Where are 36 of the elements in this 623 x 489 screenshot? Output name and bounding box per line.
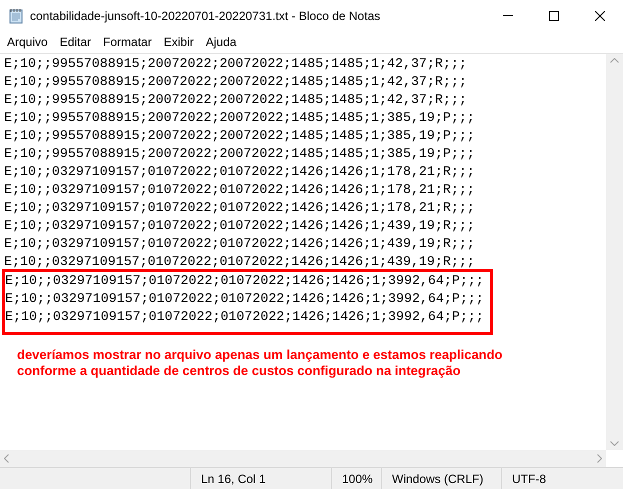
text-line: E;10;;03297109157;01072022;01072022;1426;1426;1;3992,64;P;;; — [5, 290, 484, 308]
text-line: E;10;;99557088915;20072022;20072022;1485;1485;1;385,19;P;;; — [4, 127, 475, 145]
text-line: E;10;;03297109157;01072022;01072022;1426;1426;1;3992,64;P;;; — [5, 272, 484, 290]
text-line: E;10;;03297109157;01072022;01072022;1426;1426;1;439,19;R;;; — [4, 217, 475, 235]
text-line: E;10;;99557088915;20072022;20072022;1485;1485;1;42,37;R;;; — [4, 55, 467, 73]
menu-item[interactable]: Editar — [54, 31, 98, 53]
horizontal-scrollbar[interactable] — [0, 450, 606, 467]
annotation-text: deveríamos mostrar no arquivo apenas um lançamento e estamos reaplicando conforme a quantidade de centros de custos configurado na integração — [17, 347, 504, 379]
text-line: E;10;;03297109157;01072022;01072022;1426;1426;1;3992,64;P;;; — [5, 308, 484, 326]
text-line: E;10;;03297109157;01072022;01072022;1426;1426;1;439,19;R;;; — [4, 235, 475, 253]
window-title: contabilidade-junsoft-10-20220701-20220731.txt - Bloco de Notas — [30, 8, 382, 24]
minimize-icon — [503, 15, 513, 16]
text-line: E;10;;99557088915;20072022;20072022;1485;1485;1;385,19;P;;; — [4, 145, 475, 163]
scroll-down-icon[interactable] — [610, 441, 619, 446]
text-line: E;10;;99557088915;20072022;20072022;1485;1485;1;42,37;R;;; — [4, 73, 467, 91]
status-text: UTF-8 — [501, 468, 601, 489]
text-line: E;10;;03297109157;01072022;01072022;1426;1426;1;439,19;R;;; — [4, 253, 475, 271]
menu-item[interactable]: Arquivo — [1, 31, 54, 53]
status-text: Ln 16, Col 1 — [190, 468, 331, 489]
status-text: Windows (CRLF) — [381, 468, 501, 489]
text-line: E;10;;99557088915;20072022;20072022;1485;1485;1;385,19;P;;; — [4, 109, 475, 127]
text-line: E;10;;03297109157;01072022;01072022;1426;1426;1;178,21;R;;; — [4, 199, 475, 217]
vertical-scrollbar[interactable] — [606, 54, 623, 450]
text-line: E;10;;03297109157;01072022;01072022;1426;1426;1;178,21;R;;; — [4, 163, 475, 181]
scroll-up-icon[interactable] — [610, 58, 619, 63]
text-line: E;10;;03297109157;01072022;01072022;1426;1426;1;178,21;R;;; — [4, 181, 475, 199]
notepad-icon — [8, 8, 24, 24]
menu-item[interactable]: Exibir — [158, 31, 200, 53]
text-line: E;10;;99557088915;20072022;20072022;1485;1485;1;42,37;R;;; — [4, 91, 467, 109]
scroll-left-icon[interactable] — [4, 454, 9, 463]
menu-item[interactable]: Formatar — [97, 31, 158, 53]
maximize-icon — [549, 10, 559, 20]
close-icon — [595, 10, 605, 20]
status-text: 100% — [331, 468, 381, 489]
menu-item[interactable]: Ajuda — [200, 31, 242, 53]
scroll-right-icon[interactable] — [597, 454, 602, 463]
